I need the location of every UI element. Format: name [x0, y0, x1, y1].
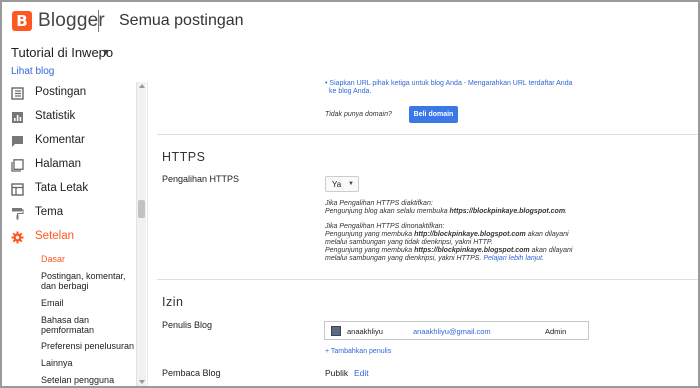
writers-label: Penulis Blog [162, 320, 213, 330]
blog-url: https://blockpinkaye.blogspot.com [449, 208, 566, 215]
section-divider [157, 279, 698, 280]
text-segment: Pengunjung blog akan selalu membuka [325, 208, 450, 215]
sidebar-item-label: Halaman [35, 158, 82, 170]
sidebar-subitem-preferensi[interactable]: Preferensi penelusuran [41, 341, 135, 351]
sidebar-item-tema[interactable]: Tema [2, 202, 136, 226]
sidebar-subitem-bahasa[interactable]: Bahasa dan pemformatan [41, 315, 135, 335]
text-segment: melalui sambungan yang dienkripsi, yakni… [325, 255, 482, 262]
pages-icon [11, 159, 24, 172]
sidebar-item-komentar[interactable]: Komentar [2, 130, 136, 154]
no-domain-text: Tidak punya domain? [325, 111, 392, 118]
avatar [331, 326, 341, 336]
paint-roller-icon [12, 208, 24, 220]
posts-icon [11, 87, 24, 100]
section-divider [157, 134, 698, 135]
text-segment: akan dilayani [525, 231, 569, 238]
comment-icon [12, 136, 23, 147]
settings-panel: • Siapkan URL pihak ketiga untuk blog An… [147, 80, 698, 386]
sidebar-subitem-postingan-komentar[interactable]: Postingan, komentar, dan berbagi [41, 271, 135, 291]
domain-setup-text-2: ke blog Anda. [329, 88, 372, 95]
sidebar-item-label: Tema [35, 206, 64, 218]
add-writer-link[interactable]: + Tambahkan penulis [325, 348, 391, 356]
text-segment: . [565, 208, 567, 215]
blog-selector[interactable]: Tutorial di Inwepo [11, 45, 113, 60]
sidebar-item-halaman[interactable]: Halaman [2, 154, 136, 178]
blog-bar: Tutorial di Inwepo ▼ Lihat blog [2, 42, 698, 82]
blogger-logo-glyph: B [16, 12, 28, 30]
view-blog-link[interactable]: Lihat blog [11, 66, 54, 77]
stats-icon [12, 112, 23, 123]
https-redirect-label: Pengalihan HTTPS [162, 174, 240, 184]
sidebar-item-setelan[interactable]: Setelan [2, 226, 136, 250]
page-title: Semua postingan [119, 12, 244, 29]
chevron-down-icon[interactable]: ▼ [101, 47, 110, 57]
sidebar-item-label: Statistik [35, 110, 76, 122]
blog-url: https://blockpinkaye.blogspot.com [414, 247, 530, 254]
sidebar-item-tata-letak[interactable]: Tata Letak [2, 178, 136, 202]
top-bar: B Blogger Semua postingan [2, 2, 698, 42]
https-redirect-dropdown[interactable]: Ya ▼ [325, 176, 359, 192]
sidebar-item-label: Komentar [35, 134, 85, 146]
sidebar-subitem-dasar[interactable]: Dasar [41, 254, 135, 264]
blogger-logo-icon[interactable]: B [12, 11, 32, 31]
sidebar-item-statistik[interactable]: Statistik [2, 106, 136, 130]
domain-setup-text: • Siapkan URL pihak ketiga untuk blog An… [325, 80, 573, 87]
https-enabled-title: Jika Pengalihan HTTPS diaktifkan: [325, 200, 433, 207]
readers-value: Publik [325, 368, 349, 378]
blog-url: http://blockpinkaye.blogspot.com [414, 231, 526, 238]
https-disabled-line-4: melalui sambungan yang dienkripsi, yakni… [325, 255, 544, 263]
scrollbar-thumb[interactable] [138, 200, 145, 218]
sidebar: Postingan Statistik Komentar Halaman Tat… [2, 82, 136, 386]
header-divider [98, 10, 99, 32]
learn-more-link[interactable]: Pelajari lebih lanjut. [483, 255, 544, 262]
sidebar-item-postingan[interactable]: Postingan [2, 82, 136, 106]
sidebar-item-label: Tata Letak [35, 182, 89, 194]
writer-name: anaakhliyu [347, 327, 383, 336]
text-segment: akan dilayani [529, 247, 573, 254]
sidebar-item-label: Setelan [35, 230, 75, 242]
https-enabled-text: Pengunjung blog akan selalu membuka http… [325, 208, 567, 216]
caret-down-icon: ▼ [348, 181, 354, 187]
buy-domain-button[interactable]: Beli domain [409, 106, 458, 123]
scroll-up-icon[interactable] [139, 84, 145, 88]
https-heading: HTTPS [162, 150, 206, 164]
layout-icon [11, 183, 24, 196]
https-disabled-line-1: Pengunjung yang membuka http://blockpink… [325, 231, 569, 239]
writer-email[interactable]: anaakhliyu@gmail.com [413, 327, 491, 336]
sidebar-subitem-setelan-pengguna[interactable]: Setelan pengguna [41, 375, 135, 385]
sidebar-subitem-email[interactable]: Email [41, 298, 135, 308]
text-segment: Pengunjung yang membuka [325, 231, 415, 238]
sidebar-item-label: Postingan [35, 86, 87, 98]
writers-list: anaakhliyu anaakhliyu@gmail.com Admin [324, 321, 589, 340]
readers-label: Pembaca Blog [162, 368, 221, 378]
sidebar-scrollbar[interactable] [136, 82, 146, 386]
writer-role[interactable]: Admin [545, 327, 566, 336]
app-window: B Blogger Semua postingan Tutorial di In… [0, 0, 700, 388]
permissions-heading: Izin [162, 295, 184, 309]
https-disabled-title: Jika Pengalihan HTTPS dinonaktifkan: [325, 223, 445, 230]
https-disabled-line-3: Pengunjung yang membuka https://blockpin… [325, 247, 572, 255]
https-disabled-line-2: melalui sambungan yang tidak dienkripsi,… [325, 239, 493, 246]
dropdown-value: Ya [332, 180, 342, 189]
gear-icon [11, 231, 24, 244]
brand-name[interactable]: Blogger [38, 10, 105, 32]
scroll-down-icon[interactable] [139, 380, 145, 384]
sidebar-subitem-lainnya[interactable]: Lainnya [41, 358, 135, 368]
readers-edit-link[interactable]: Edit [354, 368, 369, 378]
text-segment: Pengunjung yang membuka [325, 247, 415, 254]
